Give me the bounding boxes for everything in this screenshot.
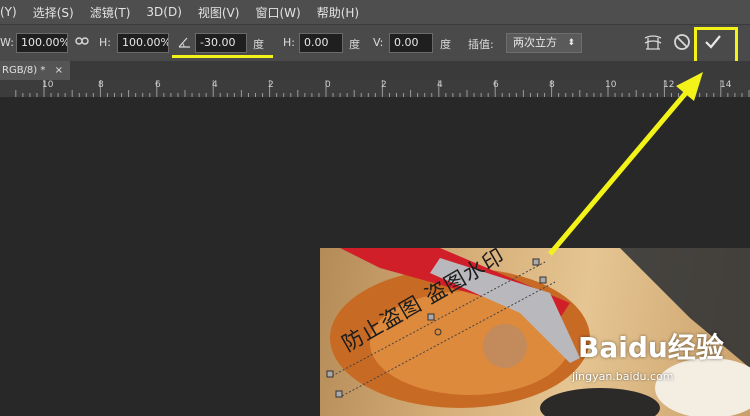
ruler-label: 8 (549, 80, 555, 90)
document-tab-bar: RGB/8) * × (0, 61, 750, 80)
ruler-label: 2 (268, 80, 274, 90)
interpolation-select[interactable]: 两次立方 ⬍ (506, 33, 582, 53)
ruler-label: 10 (42, 80, 54, 90)
chevron-down-icon: ⬍ (567, 38, 575, 48)
menu-item-filter[interactable]: 滤镜(T) (82, 4, 139, 21)
width-label: W: (0, 36, 14, 49)
warp-mode-icon[interactable] (643, 33, 663, 56)
interpolation-value: 两次立方 (513, 36, 557, 49)
ruler-label: 4 (437, 80, 443, 90)
transform-options-bar: W: 100.00% H: 100.00% -30.00 度 H: 0.00 度… (0, 24, 750, 62)
vertical-skew-field[interactable]: 0.00 (389, 33, 433, 53)
rotate-angle-icon (178, 35, 192, 52)
interpolation-label: 插值: (468, 38, 494, 51)
document-tab-title: RGB/8) * (2, 65, 46, 76)
baidu-brand-logo: Baidu经验 (578, 331, 724, 364)
ruler-label: 2 (381, 80, 387, 90)
ruler-ticks (15, 80, 750, 97)
ruler-label: 6 (155, 80, 161, 90)
close-icon[interactable]: × (55, 65, 63, 76)
height-label: H: (99, 36, 111, 49)
menu-item-select[interactable]: 选择(S) (25, 4, 82, 21)
menu-item-type[interactable]: (Y) (0, 5, 25, 19)
horizontal-skew-field[interactable]: 0.00 (299, 33, 343, 53)
vertical-skew-unit: 度 (440, 38, 451, 51)
horizontal-skew-unit: 度 (349, 38, 360, 51)
menu-item-window[interactable]: 窗口(W) (247, 4, 308, 21)
ruler-label: 10 (605, 80, 617, 90)
ruler-label: 4 (212, 80, 218, 90)
height-field[interactable]: 100.00% (117, 33, 169, 53)
ruler-label: 12 (663, 80, 675, 90)
horizontal-ruler: 10 8 6 4 2 0 2 4 6 8 10 12 14 (0, 80, 750, 98)
rotation-angle-field[interactable]: -30.00 (195, 33, 247, 53)
ruler-label: 8 (98, 80, 104, 90)
menu-bar: (Y) 选择(S) 滤镜(T) 3D(D) 视图(V) 窗口(W) 帮助(H) (0, 0, 750, 24)
angle-highlight-underline (172, 55, 273, 58)
horizontal-skew-label: H: (283, 36, 295, 49)
ruler-label: 14 (720, 80, 732, 90)
menu-item-help[interactable]: 帮助(H) (309, 4, 367, 21)
ruler-label: 0 (325, 80, 331, 90)
rotation-unit-label: 度 (253, 38, 264, 51)
menu-item-3d[interactable]: 3D(D) (138, 5, 189, 19)
vertical-skew-label: V: (373, 36, 384, 49)
cancel-transform-icon[interactable] (673, 33, 691, 54)
site-url-text: jingyan.baidu.com (572, 370, 674, 383)
link-icon[interactable] (75, 33, 89, 52)
document-tab[interactable]: RGB/8) * × (0, 61, 70, 80)
ruler-label: 6 (493, 80, 499, 90)
width-field[interactable]: 100.00% (16, 33, 68, 53)
menu-item-view[interactable]: 视图(V) (190, 4, 248, 21)
